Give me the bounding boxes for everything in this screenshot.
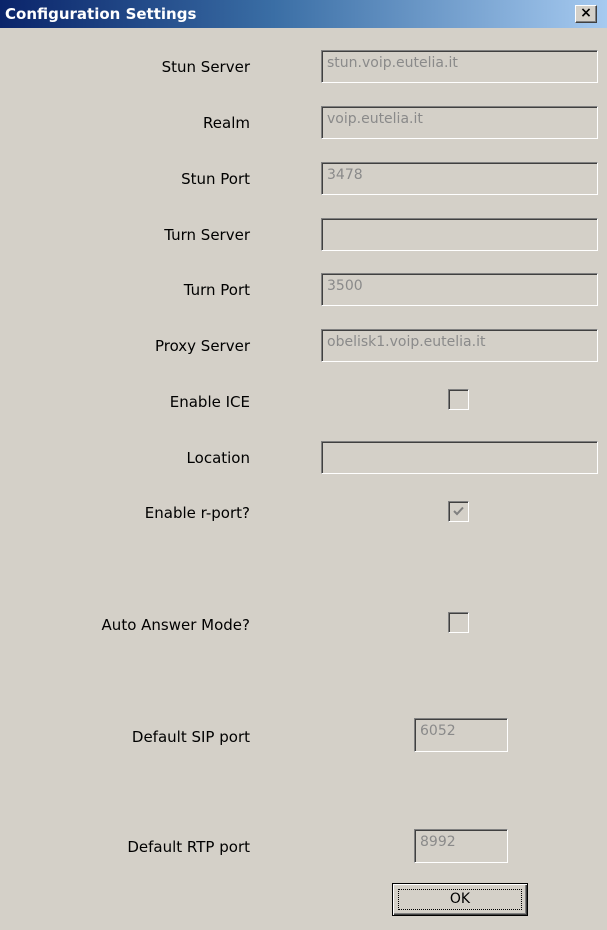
checkmark-icon	[453, 506, 464, 516]
stun-server-input[interactable]: stun.voip.eutelia.it	[321, 50, 598, 83]
stun-server-label: Stun Server	[161, 58, 250, 76]
location-input[interactable]	[321, 441, 598, 474]
window-title: Configuration Settings	[5, 5, 197, 23]
proxy-server-label: Proxy Server	[154, 337, 250, 355]
default-rtp-port-label: Default RTP port	[127, 838, 250, 856]
turn-server-input[interactable]	[321, 218, 598, 251]
turn-port-label: Turn Port	[183, 281, 250, 299]
ok-button[interactable]: OK	[392, 883, 528, 916]
config-dialog: Configuration Settings × Stun Server stu…	[0, 0, 607, 930]
close-icon: ×	[580, 5, 592, 21]
location-label: Location	[186, 449, 250, 467]
turn-server-label: Turn Server	[164, 226, 250, 244]
enable-ice-checkbox[interactable]	[448, 389, 469, 410]
enable-rport-label: Enable r-port?	[144, 504, 250, 522]
stun-port-label: Stun Port	[181, 170, 250, 188]
default-rtp-port-input[interactable]: 8992	[414, 829, 508, 863]
ok-button-label: OK	[449, 891, 471, 907]
stun-port-input[interactable]: 3478	[321, 162, 598, 195]
default-sip-port-input[interactable]: 6052	[414, 718, 508, 752]
title-bar[interactable]: Configuration Settings ×	[0, 0, 607, 28]
close-button[interactable]: ×	[575, 5, 597, 23]
auto-answer-label: Auto Answer Mode?	[101, 616, 250, 634]
realm-label: Realm	[203, 114, 250, 132]
enable-rport-checkbox[interactable]	[448, 501, 469, 522]
default-sip-port-label: Default SIP port	[131, 728, 250, 746]
turn-port-input[interactable]: 3500	[321, 273, 598, 306]
enable-ice-label: Enable ICE	[169, 393, 250, 411]
realm-input[interactable]: voip.eutelia.it	[321, 106, 598, 139]
auto-answer-checkbox[interactable]	[448, 612, 469, 633]
proxy-server-input[interactable]: obelisk1.voip.eutelia.it	[321, 329, 598, 362]
